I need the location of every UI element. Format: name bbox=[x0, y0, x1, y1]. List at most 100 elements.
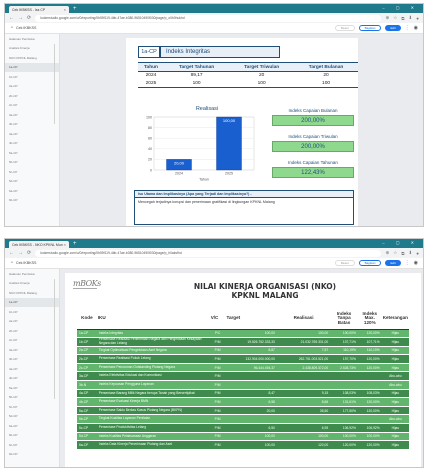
sidebar-page-item[interactable]: 6a-CP bbox=[5, 186, 59, 196]
reset-button[interactable]: Reset bbox=[334, 25, 355, 31]
browser-tab[interactable]: Cek IKBKSS - Iss CP × bbox=[9, 6, 69, 13]
sidebar-page-item[interactable]: NKO KPKNL Malang bbox=[5, 288, 59, 298]
cell-keterangan: Hijau bbox=[381, 389, 409, 399]
sidebar-page-item[interactable]: 4a-CP bbox=[5, 364, 59, 374]
cell-indeks-tanpa-batas: 197,70% bbox=[330, 354, 358, 364]
account-icon[interactable]: ◉ bbox=[414, 25, 418, 31]
sidebar-page-item[interactable]: Halaman Pembuka bbox=[5, 34, 59, 44]
tahunan-value: 122,43% bbox=[272, 167, 354, 178]
sidebar-page-item[interactable]: 4b-CP bbox=[5, 139, 59, 149]
sidebar-page-item[interactable]: 5c-CP bbox=[5, 167, 59, 177]
table-row: 3a-CP Indeks Efektivitas Edukasi dan Komu… bbox=[77, 371, 409, 382]
sidebar-page-item[interactable]: 3a-CP bbox=[5, 110, 59, 120]
forward-icon[interactable]: → bbox=[18, 15, 23, 21]
edit-button[interactable]: Edit bbox=[385, 260, 401, 266]
share-button[interactable]: Bagikan bbox=[358, 260, 382, 266]
download-icon[interactable]: ⬇ bbox=[409, 250, 413, 256]
sidebar-page-item[interactable]: 4a-CP bbox=[5, 129, 59, 139]
report-canvas: 1a-CP Indeks Integritas Tahun Target Tah… bbox=[60, 34, 423, 226]
window-controls[interactable]: – ▢ ✕ bbox=[382, 240, 419, 245]
download-icon[interactable]: ⬇ bbox=[409, 15, 413, 21]
sidebar-page-item[interactable]: 2b-CP bbox=[5, 326, 59, 336]
cell-iku: Persentase Evaluasi Kinerja BMN bbox=[96, 397, 210, 407]
sidebar-page-item[interactable]: 6c-CP bbox=[5, 440, 59, 450]
more-icon[interactable]: ⋮ bbox=[405, 260, 410, 266]
back-icon[interactable]: ← bbox=[9, 250, 14, 256]
sidebar-page-item[interactable]: 2b-CP bbox=[5, 91, 59, 101]
y-tick-label: 20 bbox=[148, 158, 152, 162]
sidebar-page-item[interactable]: 6d-CP bbox=[5, 450, 59, 460]
cell-kode: 1b-CP bbox=[77, 337, 97, 347]
sidebar-page-item[interactable]: 2a-CP bbox=[5, 317, 59, 327]
cell-iku: Persentase Realisasi Pokok Lelang bbox=[96, 354, 210, 364]
close-tab-icon[interactable]: × bbox=[64, 242, 66, 247]
edit-button[interactable]: Edit bbox=[385, 25, 401, 31]
more-icon[interactable]: ⋮ bbox=[405, 25, 410, 31]
cell-indeks-max: 106,92% bbox=[357, 423, 382, 433]
new-tab-button[interactable]: + bbox=[73, 6, 77, 12]
sidebar-page-item[interactable]: NKO KPKNL Malang bbox=[5, 53, 59, 63]
analysis-text[interactable]: Mencegah terjadinya korupsi dan penerima… bbox=[134, 197, 354, 225]
sidebar-page-item[interactable]: 3a-CP bbox=[5, 345, 59, 355]
zoom-icon[interactable]: ⊕ bbox=[385, 250, 389, 256]
forward-icon[interactable]: → bbox=[18, 250, 23, 256]
cell-iku: Indeks Kualitas Pelaksanaan Anggaran bbox=[96, 432, 210, 442]
profile-icon[interactable]: ● bbox=[416, 251, 419, 256]
sidebar-page-item[interactable]: 5d-CP bbox=[5, 412, 59, 422]
x-tick-label: 2024 bbox=[175, 172, 183, 176]
extensions-icon[interactable]: ⧉ bbox=[401, 251, 404, 256]
sidebar-page-item[interactable]: 5b-CP bbox=[5, 158, 59, 168]
extensions-icon[interactable]: ⧉ bbox=[401, 16, 404, 21]
sidebar-page-item[interactable]: 1b-CP bbox=[5, 72, 59, 82]
reset-button[interactable]: Reset bbox=[334, 260, 355, 266]
share-button[interactable]: Bagikan bbox=[358, 25, 382, 31]
sidebar-page-item[interactable]: 6b-CP bbox=[5, 431, 59, 441]
sidebar-page-item[interactable]: 1b-CP bbox=[5, 307, 59, 317]
zoom-icon[interactable]: ⊕ bbox=[385, 15, 389, 21]
sidebar-page-item[interactable]: 5a-CP bbox=[5, 148, 59, 158]
star-icon[interactable]: ☆ bbox=[393, 250, 397, 256]
reload-icon[interactable]: ⟳ bbox=[27, 250, 31, 256]
cell-target bbox=[225, 414, 277, 425]
sidebar-page-item[interactable]: 3b-CP bbox=[5, 355, 59, 365]
sidebar-page-item[interactable]: 5a-CP bbox=[5, 383, 59, 393]
cell-indeks-tanpa-batas: 2.528,73% bbox=[330, 363, 358, 373]
sidebar-scrollbar[interactable] bbox=[53, 44, 55, 124]
sidebar-page-item[interactable]: 5b-CP bbox=[5, 393, 59, 403]
profile-icon[interactable]: ● bbox=[416, 16, 419, 21]
star-icon[interactable]: ☆ bbox=[393, 15, 397, 21]
sidebar-page-item[interactable]: 5c-CP bbox=[5, 402, 59, 412]
sidebar-page-item[interactable]: 2c-CP bbox=[5, 336, 59, 346]
sidebar-page-item[interactable]: Analisis Kinerja bbox=[5, 44, 59, 54]
cell-indeks-tanpa-batas: 108,03% bbox=[330, 389, 358, 399]
back-icon[interactable]: ← bbox=[9, 15, 14, 21]
window-controls[interactable]: – ▢ ✕ bbox=[382, 5, 419, 10]
cell-indeks-tanpa-batas bbox=[330, 414, 358, 425]
cell-vc: P/C bbox=[209, 329, 226, 339]
sidebar-page-item[interactable]: 2a-CP bbox=[5, 82, 59, 92]
sidebar-page-item[interactable]: Halaman Pembuka bbox=[5, 269, 59, 279]
sidebar-page-item[interactable]: Analisis Kinerja bbox=[5, 279, 59, 289]
account-icon[interactable]: ◉ bbox=[414, 260, 418, 266]
url-field[interactable]: lookerstudio.google.com/u/0/reporting/0b… bbox=[35, 249, 382, 257]
sidebar-page-item[interactable]: 4b-CP bbox=[5, 374, 59, 384]
sidebar-scrollbar[interactable] bbox=[53, 279, 55, 399]
cell-iku: Persentase Produktivitas Lelang bbox=[96, 423, 210, 433]
sidebar-page-item[interactable]: 2c-CP bbox=[5, 101, 59, 111]
sidebar-page-item[interactable]: 1a-CP bbox=[5, 297, 59, 307]
cell-keterangan: Hijau bbox=[381, 363, 409, 373]
new-tab-button[interactable]: + bbox=[73, 241, 77, 247]
sidebar-page-item[interactable]: 6b-CP bbox=[5, 196, 59, 206]
url-field[interactable]: lookerstudio.google.com/u/0/reporting/0b… bbox=[35, 14, 382, 22]
sidebar-page-item[interactable]: 1a-CP bbox=[5, 62, 59, 72]
cell-indeks-tanpa-batas: 131,61% bbox=[330, 397, 358, 407]
reload-icon[interactable]: ⟳ bbox=[27, 15, 31, 21]
cell-iku: Persentase Saldo Berkas Kasus Piutang Ne… bbox=[96, 406, 210, 416]
cell-vc: P/M bbox=[209, 440, 226, 450]
sidebar-page-item[interactable]: 3b-CP bbox=[5, 120, 59, 130]
cell-keterangan: Hijau bbox=[381, 397, 409, 407]
browser-tab[interactable]: Cek IKBKSS - NKO KPKNL Mun × bbox=[9, 241, 69, 248]
close-tab-icon[interactable]: × bbox=[64, 7, 66, 12]
sidebar-page-item[interactable]: 6a-CP bbox=[5, 421, 59, 431]
sidebar-page-item[interactable]: 5d-CP bbox=[5, 177, 59, 187]
